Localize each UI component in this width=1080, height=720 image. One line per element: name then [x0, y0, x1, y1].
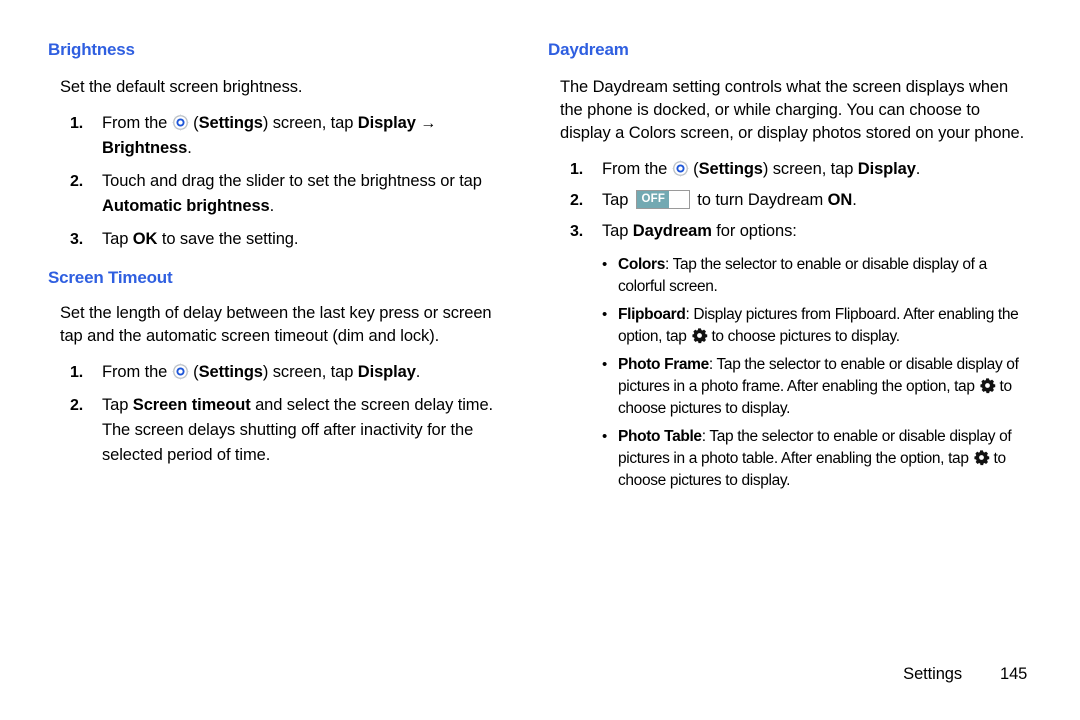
list-item: • Photo Table: Tap the selector to enable… — [548, 426, 1028, 492]
settings-icon — [171, 363, 189, 380]
list-item: 1. From the (Settings) screen, tap Displ… — [548, 157, 1028, 182]
footer-page-number: 145 — [1000, 665, 1028, 683]
list-item: 2. Touch and drag the slider to set the b… — [48, 169, 518, 219]
step-text: Touch and drag the slider to set the bri… — [102, 172, 482, 190]
step-text-pre: From the — [102, 114, 172, 132]
step-text: Tap — [102, 230, 133, 248]
list-item: 2. Tap Screen timeout and select the scre… — [48, 393, 518, 468]
list-item: 2. Tap OFF to turn Daydream ON. — [548, 188, 1028, 213]
step-text-mid: ) screen, tap — [262, 114, 358, 132]
toggle-knob[interactable] — [668, 191, 689, 208]
bullet-icon: • — [602, 256, 607, 273]
option-term-colors: Colors — [618, 256, 665, 273]
toggle-off-label: OFF — [641, 193, 666, 205]
on-label: ON — [827, 191, 853, 209]
settings-icon — [671, 160, 689, 177]
settings-label: Settings — [198, 114, 263, 132]
list-item: • Photo Frame: Tap the selector to enable… — [548, 354, 1028, 420]
gear-icon — [973, 449, 990, 466]
display-label: Display — [357, 363, 416, 381]
list-item: 1. From the (Settings) screen, tap Displ… — [48, 111, 518, 161]
option-term-photo-table: Photo Table — [618, 428, 702, 445]
settings-icon — [171, 114, 189, 131]
settings-label: Settings — [198, 363, 263, 381]
gear-icon — [691, 327, 708, 344]
step-text-paren-open: ( — [188, 114, 199, 132]
daydream-steps: 1. From the (Settings) screen, tap Displ… — [548, 157, 1028, 244]
step-number: 3. — [570, 223, 584, 240]
step-text-tail: . — [852, 191, 857, 209]
step-number: 1. — [570, 161, 584, 178]
step-number: 3. — [70, 231, 84, 248]
daydream-intro-text: The Daydream setting controls what the s… — [560, 78, 1025, 142]
step-text-tail: . — [915, 160, 921, 178]
section-screen-timeout: Screen Timeout Set the length of delay b… — [48, 268, 518, 468]
step-text-tail: . — [269, 197, 275, 215]
bullet-icon: • — [602, 306, 607, 323]
list-item: • Flipboard: Display pictures from Flipbo… — [548, 304, 1028, 348]
step-number: 1. — [70, 364, 84, 381]
page-title-screen-timeout: Screen Timeout — [48, 268, 173, 287]
automatic-brightness-label: Automatic brightness — [102, 197, 270, 215]
screen-timeout-intro-text: Set the length of delay between the last… — [60, 304, 492, 345]
step-text-paren-open: ( — [188, 363, 199, 381]
step-text-tail: . — [415, 363, 421, 381]
step-text: Tap — [102, 396, 133, 414]
step-text: Tap — [602, 222, 633, 240]
daydream-options-list: • Colors: Tap the selector to enable or d… — [548, 254, 1028, 492]
display-label: Display — [857, 160, 916, 178]
daydream-off-toggle[interactable]: OFF — [635, 190, 690, 209]
list-item: • Colors: Tap the selector to enable or d… — [548, 254, 1028, 298]
list-item: 3. Tap OK to save the setting. — [48, 227, 518, 252]
page-footer: Settings 145 — [0, 665, 1030, 684]
arrow-right-icon: → — [420, 115, 437, 132]
step-text-mid: to turn Daydream — [692, 191, 828, 209]
step-text-tail: . — [187, 139, 192, 157]
step-text-tail: to save the setting. — [157, 230, 299, 248]
right-column: Daydream The Daydream setting controls w… — [548, 0, 1028, 492]
footer-section-label: Settings — [903, 665, 962, 683]
list-item: 1. From the (Settings) screen, tap Displ… — [48, 360, 518, 385]
list-item: 3. Tap Daydream for options: — [548, 219, 1028, 244]
step-number: 2. — [70, 397, 84, 414]
brightness-label: Brightness — [102, 139, 188, 157]
option-term-photo-frame: Photo Frame — [618, 356, 709, 373]
option-description-tail: to choose pictures to display. — [707, 328, 900, 345]
bullet-icon: • — [602, 428, 607, 445]
step-text: Tap — [602, 191, 633, 209]
ok-label: OK — [132, 230, 158, 248]
step-text-pre: From the — [102, 363, 172, 381]
display-label: Display — [357, 114, 416, 132]
settings-label: Settings — [698, 160, 763, 178]
step-number: 2. — [70, 173, 84, 190]
step-text-tail: for options: — [711, 222, 797, 240]
brightness-intro-text: Set the default screen brightness. — [60, 78, 303, 96]
option-description: : Tap the selector to enable or disable … — [618, 256, 987, 295]
step-number: 2. — [570, 192, 584, 209]
gear-icon — [979, 377, 996, 394]
step-text-mid: ) screen, tap — [762, 160, 858, 178]
step-text-paren-open: ( — [688, 160, 699, 178]
page-title-daydream: Daydream — [548, 40, 629, 59]
section-daydream: Daydream The Daydream setting controls w… — [548, 40, 1028, 492]
brightness-steps: 1. From the (Settings) screen, tap Displ… — [48, 111, 518, 252]
page-title-brightness: Brightness — [48, 40, 135, 59]
screen-timeout-steps: 1. From the (Settings) screen, tap Displ… — [48, 360, 518, 468]
step-text-pre: From the — [602, 160, 672, 178]
section-brightness: Brightness Set the default screen bright… — [48, 40, 518, 252]
daydream-label: Daydream — [632, 222, 712, 240]
bullet-icon: • — [602, 356, 607, 373]
step-text-mid: ) screen, tap — [262, 363, 358, 381]
step-number: 1. — [70, 115, 84, 132]
screen-timeout-label: Screen timeout — [132, 396, 251, 414]
option-term-flipboard: Flipboard — [618, 306, 686, 323]
manual-page: Brightness Set the default screen bright… — [0, 0, 1080, 720]
left-column: Brightness Set the default screen bright… — [48, 0, 518, 468]
